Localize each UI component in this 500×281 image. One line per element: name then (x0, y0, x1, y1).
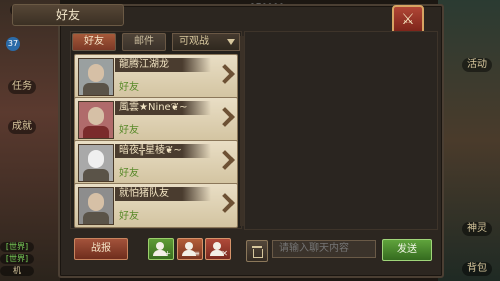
panel-title: 好友 (12, 4, 124, 26)
chat-display-area (244, 31, 438, 230)
friend-name: 風雲★Nine❦~ (115, 101, 211, 115)
chevron-right-icon[interactable] (218, 65, 232, 85)
chevron-right-icon[interactable] (218, 194, 232, 214)
chevron-right-icon[interactable] (218, 108, 232, 128)
friend-row-1[interactable]: 龍腾江湖龙 好友 (74, 54, 238, 99)
friend-avatar (78, 144, 114, 182)
level-badge: 37 (6, 37, 20, 51)
close-swords-icon: ⚔ (401, 10, 415, 28)
friend-row-4[interactable]: 就怕猪队友 好友 (74, 183, 238, 228)
friend-avatar (78, 101, 114, 139)
add-friend-button[interactable]: + (148, 238, 174, 260)
chat-channel-tag-3: 机 (0, 266, 34, 276)
friend-name: 暗夜╬星棱❦~ (115, 144, 211, 158)
chevron-down-icon (227, 39, 235, 45)
chat-channel-tag-1: [世界] (0, 242, 34, 252)
activity-button[interactable]: 活动 (462, 58, 492, 72)
friend-status: 好友 (119, 125, 139, 136)
friend-row-3[interactable]: 暗夜╬星棱❦~ 好友 (74, 140, 238, 185)
tab-friends[interactable]: 好友 (72, 33, 116, 51)
delete-friend-button[interactable]: ✕ (205, 238, 231, 260)
friend-status: 好友 (119, 82, 139, 93)
friend-avatar (78, 58, 114, 96)
friend-name: 就怕猪队友 (115, 187, 211, 201)
friend-avatar (78, 187, 114, 225)
filter-selected: 可观战 (179, 36, 209, 47)
game-background-right (438, 0, 500, 281)
friend-row-2[interactable]: 風雲★Nine❦~ 好友 (74, 97, 238, 142)
chat-channel-tag-2: [世界] (0, 254, 34, 264)
battle-report-button[interactable]: 战报 (74, 238, 128, 260)
task-button[interactable]: 任务 (8, 80, 36, 94)
friend-name: 龍腾江湖龙 (115, 58, 211, 72)
spirit-button[interactable]: 神灵 (462, 222, 492, 236)
friend-status: 好友 (119, 211, 139, 222)
friend-request-button[interactable]: ≡ (177, 238, 203, 260)
achievement-button[interactable]: 成就 (8, 120, 36, 134)
clear-chat-button[interactable] (246, 240, 268, 262)
send-button[interactable]: 发送 (382, 239, 432, 261)
friend-status: 好友 (119, 168, 139, 179)
chevron-right-icon[interactable] (218, 151, 232, 171)
backpack-button[interactable]: 背包 (462, 262, 492, 276)
filter-dropdown[interactable]: 可观战 (172, 33, 240, 51)
chat-input[interactable] (272, 240, 376, 258)
tab-mail[interactable]: 邮件 (122, 33, 166, 51)
